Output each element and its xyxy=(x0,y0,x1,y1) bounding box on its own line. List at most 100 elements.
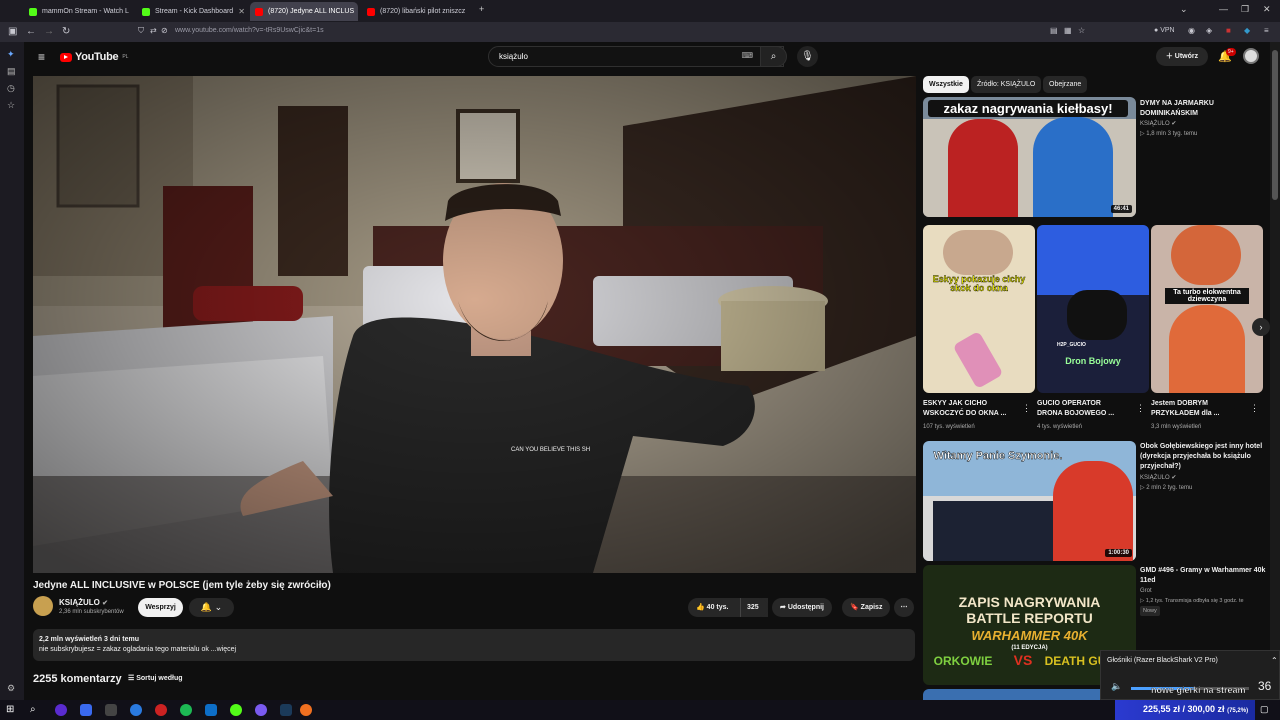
rec-title[interactable]: GMD #496 - Gramy w Warhammer 40k 11ed xyxy=(1140,566,1265,586)
short-title[interactable]: Jestem DOBRYM PRZYKŁADEM dla ... xyxy=(1151,399,1219,419)
video-frame: CAN YOU BELIEVE THIS SH xyxy=(33,76,916,573)
back-icon[interactable]: ← xyxy=(26,26,36,37)
taskbar-app-icon[interactable] xyxy=(105,704,117,716)
forward-icon[interactable]: → xyxy=(44,26,54,37)
close-icon[interactable]: ✕ xyxy=(238,7,245,16)
vpn-button[interactable]: ● VPN xyxy=(1154,27,1175,34)
account-avatar[interactable] xyxy=(1243,48,1259,64)
extension-icon[interactable]: ◈ xyxy=(1206,26,1212,35)
clock-icon[interactable]: ◷ xyxy=(7,83,15,94)
taskbar-app-icon[interactable] xyxy=(55,704,67,716)
browser-tab[interactable]: Stream - Kick Dashboard ✕ xyxy=(137,2,245,21)
chevron-up-icon[interactable]: ⌃ xyxy=(1271,656,1278,665)
channel-avatar[interactable] xyxy=(33,596,53,616)
chip-all[interactable]: Wszystkie xyxy=(923,76,969,93)
extension-icon[interactable]: ■ xyxy=(1226,26,1231,35)
history-icon[interactable]: ▤ xyxy=(7,66,16,77)
sidebar-toggle-icon[interactable]: ▣ xyxy=(8,26,17,37)
keyboard-icon[interactable]: ⌨ xyxy=(741,51,753,60)
menu-icon[interactable]: ≡ xyxy=(1264,26,1269,35)
rec-channel[interactable]: Grot xyxy=(1140,586,1152,596)
taskbar-search-icon[interactable]: ⌕ xyxy=(30,704,42,716)
rec-title-line: Obok Gołębiewskiego jest inny hotel xyxy=(1140,443,1263,450)
speaker-icon[interactable]: 🔈 xyxy=(1111,681,1122,692)
support-button[interactable]: Wesprzyj xyxy=(138,598,183,617)
browser-tab-active[interactable]: (8720) Jedyne ALL INCLUS ✕ xyxy=(250,2,358,21)
more-vert-icon[interactable]: ⋮ xyxy=(1136,403,1145,414)
firefox-icon[interactable] xyxy=(300,704,312,716)
description-box[interactable]: 2,2 mln wyświetleń 3 dni temu nie subskr… xyxy=(33,629,915,661)
scrollbar-thumb[interactable] xyxy=(1272,50,1278,200)
short-title[interactable]: ESKYY JAK CICHO WSKOCZYĆ DO OKNA ... xyxy=(923,399,1006,419)
thumb-person xyxy=(1169,305,1245,393)
dislike-button[interactable]: 325 xyxy=(740,598,768,617)
star-icon[interactable]: ☆ xyxy=(7,100,15,111)
youtube-logo[interactable]: YouTube PL xyxy=(60,51,128,63)
bookmark-star-icon[interactable]: ☆ xyxy=(1078,26,1085,35)
rec-title[interactable]: Obok Gołębiewskiego jest inny hotel (dyre… xyxy=(1140,442,1262,472)
rec-thumbnail[interactable]: Witamy Panie Szymonie. 1:00:30 xyxy=(923,441,1136,561)
rec-title-line: GMD #496 - Gramy w Warhammer 40k xyxy=(1140,567,1266,574)
reader-icon[interactable]: ▦ xyxy=(1064,26,1072,35)
thumb-overlay-text: (11 EDYCJA) xyxy=(1011,645,1048,651)
notification-center-icon[interactable]: ▢ xyxy=(1260,704,1269,715)
more-actions-button[interactable]: ⋯ xyxy=(894,598,914,617)
settings-gear-icon[interactable]: ⚙ xyxy=(7,683,15,694)
share-button[interactable]: ➦ Udostępnij xyxy=(772,598,832,617)
taskbar-app-icon[interactable] xyxy=(155,704,167,716)
rec-channel[interactable]: KSIĄŻULO ✔ xyxy=(1140,473,1176,483)
search-input[interactable]: książulo ⌨ ✕ xyxy=(488,46,784,67)
subscription-bell-button[interactable]: 🔔 ⌄ xyxy=(189,598,234,617)
shield-icon[interactable]: ⛉ xyxy=(138,26,144,36)
voice-search-button[interactable]: 🎙 xyxy=(797,46,818,67)
sort-button[interactable]: ☰ Sortuj według xyxy=(128,674,183,682)
ai-sparkle-icon[interactable]: ✦ xyxy=(7,49,15,60)
maximize-icon[interactable]: ❐ xyxy=(1241,4,1249,15)
kick-icon[interactable] xyxy=(230,704,242,716)
extension-icon[interactable]: ◆ xyxy=(1244,26,1250,35)
taskbar-app-icon[interactable] xyxy=(205,704,217,716)
chevron-down-icon[interactable]: ⌄ xyxy=(1180,4,1188,15)
create-button[interactable]: ＋ Utwórz xyxy=(1156,47,1208,66)
new-tab-icon[interactable]: + xyxy=(479,4,484,14)
stream-caption: nowe gierki na stream xyxy=(1151,685,1246,695)
shelf-next-button[interactable]: › xyxy=(1252,318,1270,336)
channel-name[interactable]: KSIĄŻULO ✔ xyxy=(59,598,108,607)
url-field[interactable]: www.youtube.com/watch?v=-tRs9UswCjic&t=1… xyxy=(175,27,324,34)
short-thumbnail[interactable]: Ta turbo elokwentna dziewczyna xyxy=(1151,225,1263,393)
taskbar-app-icon[interactable] xyxy=(80,704,92,716)
chip-from-channel[interactable]: Źródło: KSIĄŻULO xyxy=(971,76,1042,93)
permissions-icon[interactable]: ⇄ xyxy=(150,26,157,35)
steam-icon[interactable] xyxy=(280,704,292,716)
minimize-icon[interactable]: — xyxy=(1219,4,1228,14)
browser-tab[interactable]: (8720) libański pilot zniszcz ✕ xyxy=(362,2,470,21)
windows-start-icon[interactable]: ⊞ xyxy=(6,704,18,716)
hamburger-menu-icon[interactable]: ≡ xyxy=(38,50,45,64)
windows-taskbar xyxy=(0,700,1280,720)
browser-tab-bar: mammOn Stream - Watch L ✕ Stream - Kick … xyxy=(0,0,1280,22)
short-title[interactable]: GUCIO OPERATOR DRONA BOJOWEGO ... xyxy=(1037,399,1114,419)
comments-count: 2255 komentarzy xyxy=(33,673,122,685)
window-close-icon[interactable]: ✕ xyxy=(1263,4,1271,15)
camera-blocked-icon[interactable]: ⊘ xyxy=(161,26,168,35)
chip-watched[interactable]: Obejrzane xyxy=(1043,76,1088,93)
more-vert-icon[interactable]: ⋮ xyxy=(1022,403,1031,414)
rec-channel[interactable]: KSIĄŻULO ✔ xyxy=(1140,119,1176,129)
rec-title[interactable]: DYMY NA JARMARKU DOMINIKAŃSKIM xyxy=(1140,99,1214,119)
extension-icon[interactable]: ◉ xyxy=(1188,26,1195,35)
taskbar-app-icon[interactable] xyxy=(255,704,267,716)
short-thumbnail[interactable]: Eskyy pokazuje cichy skok do okna xyxy=(923,225,1035,393)
save-button[interactable]: 🔖 Zapisz xyxy=(842,598,891,617)
short-title-line: PRZYKŁADEM dla ... xyxy=(1151,410,1220,417)
thumb-person xyxy=(943,230,1013,275)
spotify-icon[interactable] xyxy=(180,704,192,716)
short-thumbnail[interactable]: H2P_GUCIO Dron Bojowy xyxy=(1037,225,1149,393)
browser-tab[interactable]: mammOn Stream - Watch L ✕ xyxy=(24,2,130,21)
screenshot-icon[interactable]: ▤ xyxy=(1050,26,1058,35)
rec-thumbnail[interactable]: zakaz nagrywania kiełbasy! 46:41 xyxy=(923,97,1136,217)
video-player[interactable]: CAN YOU BELIEVE THIS SH xyxy=(33,76,916,573)
reload-icon[interactable]: ↻ xyxy=(62,26,70,37)
search-button[interactable]: ⌕ xyxy=(760,46,787,67)
more-vert-icon[interactable]: ⋮ xyxy=(1250,403,1259,414)
taskbar-app-icon[interactable] xyxy=(130,704,142,716)
